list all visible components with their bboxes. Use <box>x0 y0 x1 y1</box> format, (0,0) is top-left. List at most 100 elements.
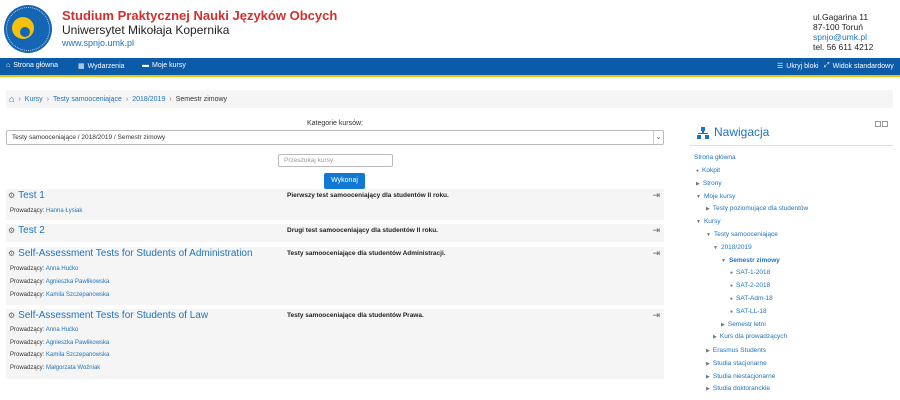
enrol-icon[interactable]: ⇥ <box>652 310 660 321</box>
navigation-block-title: Nawigacja <box>714 125 770 139</box>
nav-tree-item[interactable]: ● Kokpit <box>696 167 720 174</box>
nav-events[interactable]: ▦ Wydarzenia <box>78 62 125 71</box>
course-teacher: Prowadzący: Anna Hućko <box>10 327 78 333</box>
nav-tree-item[interactable]: ▶ Erasmus Students <box>706 347 766 354</box>
umk-logo[interactable] <box>4 5 52 53</box>
course-title-link[interactable]: ⚙ Self-Assessment Tests for Students of … <box>8 310 208 321</box>
nav-my-courses-label: Moje kursy <box>152 62 186 69</box>
nav-tree-item[interactable]: ▶ Kurs dla prowadzących <box>713 333 787 340</box>
home-icon[interactable]: ⌂ <box>9 94 14 104</box>
home-icon: ⌂ <box>6 62 11 69</box>
teacher-link[interactable]: Kamila Szczepanowska <box>46 352 109 358</box>
teacher-label: Prowadzący: <box>10 208 45 214</box>
course-icon: ⚙ <box>8 311 16 320</box>
enrol-icon[interactable]: ⇥ <box>652 190 660 201</box>
breadcrumb: ⌂ › Kursy › Testy samooceniające › 2018/… <box>6 90 893 108</box>
teacher-link[interactable]: Kamila Szczepanowska <box>46 292 109 298</box>
caret-down-icon: ▼ <box>721 257 726 264</box>
block-controls[interactable] <box>874 121 888 129</box>
nav-tree-item[interactable]: ● SAT-Adm-18 <box>730 295 773 302</box>
course-title-link[interactable]: ⚙ Test 1 <box>8 190 45 201</box>
chevron-right-icon: › <box>46 95 50 103</box>
school-title: Studium Praktycznej Nauki Języków Obcych <box>62 8 338 23</box>
teacher-label: Prowadzący: <box>10 365 45 371</box>
nav-tree-item[interactable]: ▼ Moje kursy <box>696 193 735 200</box>
nav-tree-item[interactable]: ● SAT-1-2018 <box>730 269 770 276</box>
teacher-link[interactable]: Anna Hućko <box>46 266 79 272</box>
nav-my-courses[interactable]: ▬ Moje kursy <box>142 62 186 69</box>
enrol-icon[interactable]: ⇥ <box>652 248 660 259</box>
nav-tree-item[interactable]: ▶ Testy poziomujące dla studentów <box>706 205 808 212</box>
course-icon: ⚙ <box>8 191 16 200</box>
course-summary: Pierwszy test samooceniający dla student… <box>287 192 449 199</box>
course-icon: ⚙ <box>8 226 16 235</box>
course-title-link[interactable]: ⚙ Test 2 <box>8 225 45 236</box>
breadcrumb-year[interactable]: 2018/2019 <box>132 96 165 103</box>
teacher-link[interactable]: Agnieszka Pawlikowska <box>46 279 110 285</box>
nav-tree-item[interactable]: ▼ Kursy <box>696 218 721 225</box>
site-header: Studium Praktycznej Nauki Języków Obcych… <box>0 0 900 58</box>
nav-tree-label: SAT-Adm-18 <box>736 295 773 302</box>
course-teacher: Prowadzący: Hanna Łysiak <box>10 208 82 214</box>
nav-tree-label: SAT-LL-18 <box>736 308 767 315</box>
breadcrumb-courses[interactable]: Kursy <box>25 96 43 103</box>
category-select[interactable]: Testy samooceniające / 2018/2019 / Semes… <box>6 130 664 145</box>
nav-tree-item[interactable]: ● SAT-LL-18 <box>730 308 767 315</box>
course-search-input[interactable]: Przeszukaj kursy <box>278 154 393 167</box>
course-teacher: Prowadzący: Agnieszka Pawlikowska <box>10 279 109 285</box>
category-select-value: Testy samooceniające / 2018/2019 / Semes… <box>12 134 166 141</box>
nav-tree-item[interactable]: ▼ 2018/2019 <box>713 244 752 251</box>
collapse-icon[interactable] <box>882 121 888 127</box>
nav-home[interactable]: ⌂ Strona główna <box>6 62 58 69</box>
teacher-link[interactable]: Małgorzata Woźniak <box>46 365 100 371</box>
caret-right-icon: ▶ <box>706 360 710 367</box>
nav-events-label: Wydarzenia <box>87 62 125 70</box>
nav-tree-item-active[interactable]: ▼ Semestr zimowy <box>721 257 780 264</box>
nav-hide-blocks-label: Ukryj bloki <box>786 62 819 70</box>
nav-tree-item[interactable]: ▼ Testy samooceniające <box>706 231 778 238</box>
website-link[interactable]: www.spnjo.umk.pl <box>62 38 134 48</box>
nav-tree-item[interactable]: ● SAT-2-2018 <box>730 282 770 289</box>
list-icon: ☰ <box>777 63 784 70</box>
bullet-icon: ● <box>730 295 734 302</box>
bullet-icon: ● <box>696 167 700 174</box>
navigation-block-header: Nawigacja <box>690 118 893 146</box>
nav-tree-label: Moje kursy <box>703 193 736 200</box>
course-title-link[interactable]: ⚙ Self-Assessment Tests for Students of … <box>8 248 253 259</box>
teacher-label: Prowadzący: <box>10 340 45 346</box>
course-summary: Testy samooceniające dla studentów Prawa… <box>287 312 424 319</box>
nav-tree-item[interactable]: ▶ Studia stacjonarne <box>706 360 767 367</box>
teacher-link[interactable]: Agnieszka Pawlikowska <box>46 340 110 346</box>
nav-tree-label: Kursy <box>703 218 721 225</box>
teacher-link[interactable]: Hanna Łysiak <box>46 208 82 214</box>
nav-tree-item[interactable]: ▶ Studia niestacjonarne <box>706 373 775 380</box>
nav-hide-blocks[interactable]: ☰ Ukryj bloki <box>777 62 819 71</box>
enrol-icon[interactable]: ⇥ <box>652 225 660 236</box>
nav-standard-view[interactable]: ⤢ Widok standardowy <box>824 62 894 70</box>
nav-home-label: Strona główna <box>13 62 58 69</box>
address-line-1: ul.Gagarina 11 <box>813 12 869 22</box>
course-teacher: Prowadzący: Kamila Szczepanowska <box>10 352 109 358</box>
caret-right-icon: ▶ <box>706 385 710 392</box>
nav-tree-item[interactable]: ▶ Semestr letni <box>721 321 766 328</box>
dock-icon[interactable] <box>875 121 881 127</box>
caret-right-icon: ▶ <box>706 205 710 212</box>
contact-info: ul.Gagarina 11 87-100 Toruń spnjo@umk.pl… <box>813 12 873 52</box>
nav-tree-label: Semestr zimowy <box>728 257 780 264</box>
caret-right-icon: ▶ <box>721 321 725 328</box>
bullet-icon: ● <box>730 282 734 289</box>
course-teacher: Prowadzący: Agnieszka Pawlikowska <box>10 340 109 346</box>
email-link[interactable]: spnjo@umk.pl <box>813 32 873 42</box>
teacher-label: Prowadzący: <box>10 327 45 333</box>
nav-tree-item[interactable]: ▶ Studia doktoranckie <box>706 385 770 392</box>
caret-right-icon: ▶ <box>706 373 710 380</box>
breadcrumb-self-assessment[interactable]: Testy samooceniające <box>53 96 122 103</box>
nav-tree-label: Strona główna <box>694 154 736 161</box>
search-submit-button[interactable]: Wykonaj <box>324 173 365 189</box>
teacher-link[interactable]: Anna Hućko <box>46 327 79 333</box>
caret-down-icon: ▼ <box>696 193 701 200</box>
sitemap-icon <box>697 127 709 139</box>
nav-tree-item[interactable]: Strona główna <box>694 154 736 161</box>
nav-tree-item[interactable]: ▶ Strony <box>696 180 722 187</box>
caret-down-icon: ▼ <box>713 244 718 251</box>
